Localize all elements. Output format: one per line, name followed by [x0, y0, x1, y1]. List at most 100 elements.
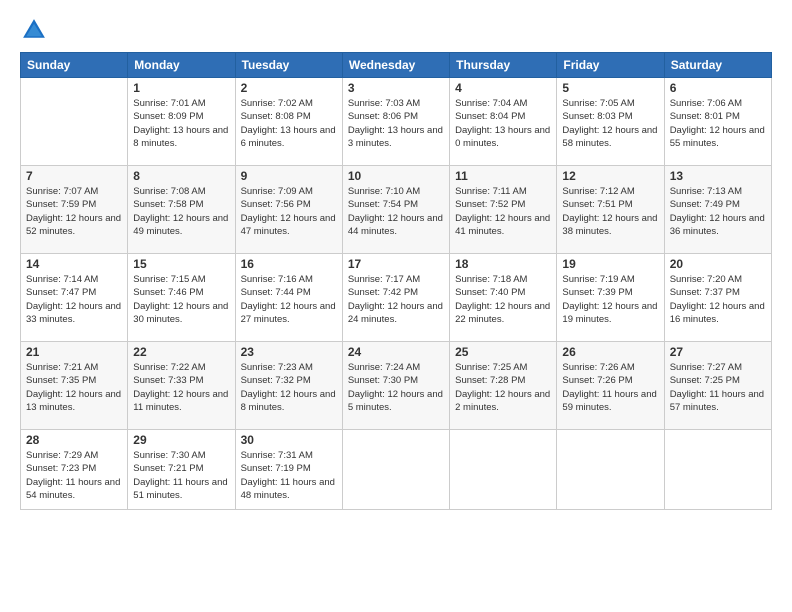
day-cell: 27Sunrise: 7:27 AMSunset: 7:25 PMDayligh… — [664, 342, 771, 430]
week-row: 14 Sunrise: 7:14 AMSunset: 7:47 PMDayligh… — [21, 254, 772, 342]
day-cell: 18 Sunrise: 7:18 AMSunset: 7:40 PMDayligh… — [450, 254, 557, 342]
calendar-header: SundayMondayTuesdayWednesdayThursdayFrid… — [21, 53, 772, 78]
day-cell: 23 Sunrise: 7:23 AMSunset: 7:32 PMDayligh… — [235, 342, 342, 430]
day-info: Sunrise: 7:16 AMSunset: 7:44 PMDaylight:… — [241, 273, 337, 326]
day-number: 2 — [241, 81, 337, 95]
day-cell: 16 Sunrise: 7:16 AMSunset: 7:44 PMDayligh… — [235, 254, 342, 342]
day-number: 15 — [133, 257, 229, 271]
day-cell: 30Sunrise: 7:31 AMSunset: 7:19 PMDayligh… — [235, 430, 342, 510]
day-cell: 1 Sunrise: 7:01 AMSunset: 8:09 PMDaylight… — [128, 78, 235, 166]
day-header: Saturday — [664, 53, 771, 78]
day-info: Sunrise: 7:02 AMSunset: 8:08 PMDaylight:… — [241, 97, 337, 150]
day-number: 29 — [133, 433, 229, 447]
day-info: Sunrise: 7:12 AMSunset: 7:51 PMDaylight:… — [562, 185, 658, 238]
day-number: 23 — [241, 345, 337, 359]
day-cell: 22 Sunrise: 7:22 AMSunset: 7:33 PMDayligh… — [128, 342, 235, 430]
day-cell: 5Sunrise: 7:05 AMSunset: 8:03 PMDaylight… — [557, 78, 664, 166]
day-cell: 10 Sunrise: 7:10 AMSunset: 7:54 PMDayligh… — [342, 166, 449, 254]
day-header: Thursday — [450, 53, 557, 78]
day-cell: 20 Sunrise: 7:20 AMSunset: 7:37 PMDayligh… — [664, 254, 771, 342]
day-cell — [342, 430, 449, 510]
day-number: 28 — [26, 433, 122, 447]
day-info: Sunrise: 7:15 AMSunset: 7:46 PMDaylight:… — [133, 273, 229, 326]
day-info: Sunrise: 7:23 AMSunset: 7:32 PMDaylight:… — [241, 361, 337, 414]
day-cell: 4 Sunrise: 7:04 AMSunset: 8:04 PMDaylight… — [450, 78, 557, 166]
day-number: 17 — [348, 257, 444, 271]
day-number: 16 — [241, 257, 337, 271]
day-number: 14 — [26, 257, 122, 271]
day-cell: 3 Sunrise: 7:03 AMSunset: 8:06 PMDaylight… — [342, 78, 449, 166]
page: SundayMondayTuesdayWednesdayThursdayFrid… — [0, 0, 792, 612]
day-cell: 21 Sunrise: 7:21 AMSunset: 7:35 PMDayligh… — [21, 342, 128, 430]
day-number: 10 — [348, 169, 444, 183]
day-cell — [21, 78, 128, 166]
day-info: Sunrise: 7:13 AMSunset: 7:49 PMDaylight:… — [670, 185, 766, 238]
day-info: Sunrise: 7:07 AMSunset: 7:59 PMDaylight:… — [26, 185, 122, 238]
day-cell: 2 Sunrise: 7:02 AMSunset: 8:08 PMDaylight… — [235, 78, 342, 166]
week-row: 21 Sunrise: 7:21 AMSunset: 7:35 PMDayligh… — [21, 342, 772, 430]
day-number: 11 — [455, 169, 551, 183]
day-number: 12 — [562, 169, 658, 183]
day-cell: 17 Sunrise: 7:17 AMSunset: 7:42 PMDayligh… — [342, 254, 449, 342]
logo-icon — [20, 16, 48, 44]
day-number: 19 — [562, 257, 658, 271]
day-cell — [450, 430, 557, 510]
day-info: Sunrise: 7:21 AMSunset: 7:35 PMDaylight:… — [26, 361, 122, 414]
day-header: Wednesday — [342, 53, 449, 78]
day-info: Sunrise: 7:26 AMSunset: 7:26 PMDaylight:… — [562, 361, 658, 414]
week-row: 7 Sunrise: 7:07 AMSunset: 7:59 PMDaylight… — [21, 166, 772, 254]
day-info: Sunrise: 7:17 AMSunset: 7:42 PMDaylight:… — [348, 273, 444, 326]
day-number: 5 — [562, 81, 658, 95]
day-cell: 24Sunrise: 7:24 AMSunset: 7:30 PMDayligh… — [342, 342, 449, 430]
day-number: 20 — [670, 257, 766, 271]
day-number: 7 — [26, 169, 122, 183]
day-cell: 28 Sunrise: 7:29 AMSunset: 7:23 PMDayligh… — [21, 430, 128, 510]
day-number: 8 — [133, 169, 229, 183]
day-info: Sunrise: 7:03 AMSunset: 8:06 PMDaylight:… — [348, 97, 444, 150]
day-info: Sunrise: 7:14 AMSunset: 7:47 PMDaylight:… — [26, 273, 122, 326]
day-cell: 12 Sunrise: 7:12 AMSunset: 7:51 PMDayligh… — [557, 166, 664, 254]
day-cell: 14 Sunrise: 7:14 AMSunset: 7:47 PMDayligh… — [21, 254, 128, 342]
day-cell — [664, 430, 771, 510]
header — [20, 16, 772, 44]
day-number: 22 — [133, 345, 229, 359]
day-info: Sunrise: 7:01 AMSunset: 8:09 PMDaylight:… — [133, 97, 229, 150]
day-number: 9 — [241, 169, 337, 183]
day-number: 25 — [455, 345, 551, 359]
day-cell: 25Sunrise: 7:25 AMSunset: 7:28 PMDayligh… — [450, 342, 557, 430]
day-number: 1 — [133, 81, 229, 95]
day-info: Sunrise: 7:09 AMSunset: 7:56 PMDaylight:… — [241, 185, 337, 238]
day-info: Sunrise: 7:20 AMSunset: 7:37 PMDaylight:… — [670, 273, 766, 326]
day-header: Tuesday — [235, 53, 342, 78]
day-cell: 29Sunrise: 7:30 AMSunset: 7:21 PMDayligh… — [128, 430, 235, 510]
day-info: Sunrise: 7:06 AMSunset: 8:01 PMDaylight:… — [670, 97, 766, 150]
day-cell: 19 Sunrise: 7:19 AMSunset: 7:39 PMDayligh… — [557, 254, 664, 342]
day-info: Sunrise: 7:29 AMSunset: 7:23 PMDaylight:… — [26, 449, 122, 502]
day-info: Sunrise: 7:31 AMSunset: 7:19 PMDaylight:… — [241, 449, 337, 502]
day-number: 4 — [455, 81, 551, 95]
day-info: Sunrise: 7:08 AMSunset: 7:58 PMDaylight:… — [133, 185, 229, 238]
day-number: 21 — [26, 345, 122, 359]
header-row: SundayMondayTuesdayWednesdayThursdayFrid… — [21, 53, 772, 78]
day-info: Sunrise: 7:11 AMSunset: 7:52 PMDaylight:… — [455, 185, 551, 238]
calendar: SundayMondayTuesdayWednesdayThursdayFrid… — [20, 52, 772, 510]
day-info: Sunrise: 7:19 AMSunset: 7:39 PMDaylight:… — [562, 273, 658, 326]
day-cell — [557, 430, 664, 510]
day-cell: 11 Sunrise: 7:11 AMSunset: 7:52 PMDayligh… — [450, 166, 557, 254]
day-number: 13 — [670, 169, 766, 183]
calendar-body: 1 Sunrise: 7:01 AMSunset: 8:09 PMDaylight… — [21, 78, 772, 510]
day-number: 3 — [348, 81, 444, 95]
day-number: 18 — [455, 257, 551, 271]
day-number: 6 — [670, 81, 766, 95]
day-cell: 6 Sunrise: 7:06 AMSunset: 8:01 PMDaylight… — [664, 78, 771, 166]
day-header: Friday — [557, 53, 664, 78]
day-cell: 13 Sunrise: 7:13 AMSunset: 7:49 PMDayligh… — [664, 166, 771, 254]
day-info: Sunrise: 7:04 AMSunset: 8:04 PMDaylight:… — [455, 97, 551, 150]
week-row: 28 Sunrise: 7:29 AMSunset: 7:23 PMDayligh… — [21, 430, 772, 510]
day-info: Sunrise: 7:10 AMSunset: 7:54 PMDaylight:… — [348, 185, 444, 238]
day-info: Sunrise: 7:22 AMSunset: 7:33 PMDaylight:… — [133, 361, 229, 414]
day-cell: 7 Sunrise: 7:07 AMSunset: 7:59 PMDaylight… — [21, 166, 128, 254]
day-number: 27 — [670, 345, 766, 359]
day-info: Sunrise: 7:18 AMSunset: 7:40 PMDaylight:… — [455, 273, 551, 326]
week-row: 1 Sunrise: 7:01 AMSunset: 8:09 PMDaylight… — [21, 78, 772, 166]
